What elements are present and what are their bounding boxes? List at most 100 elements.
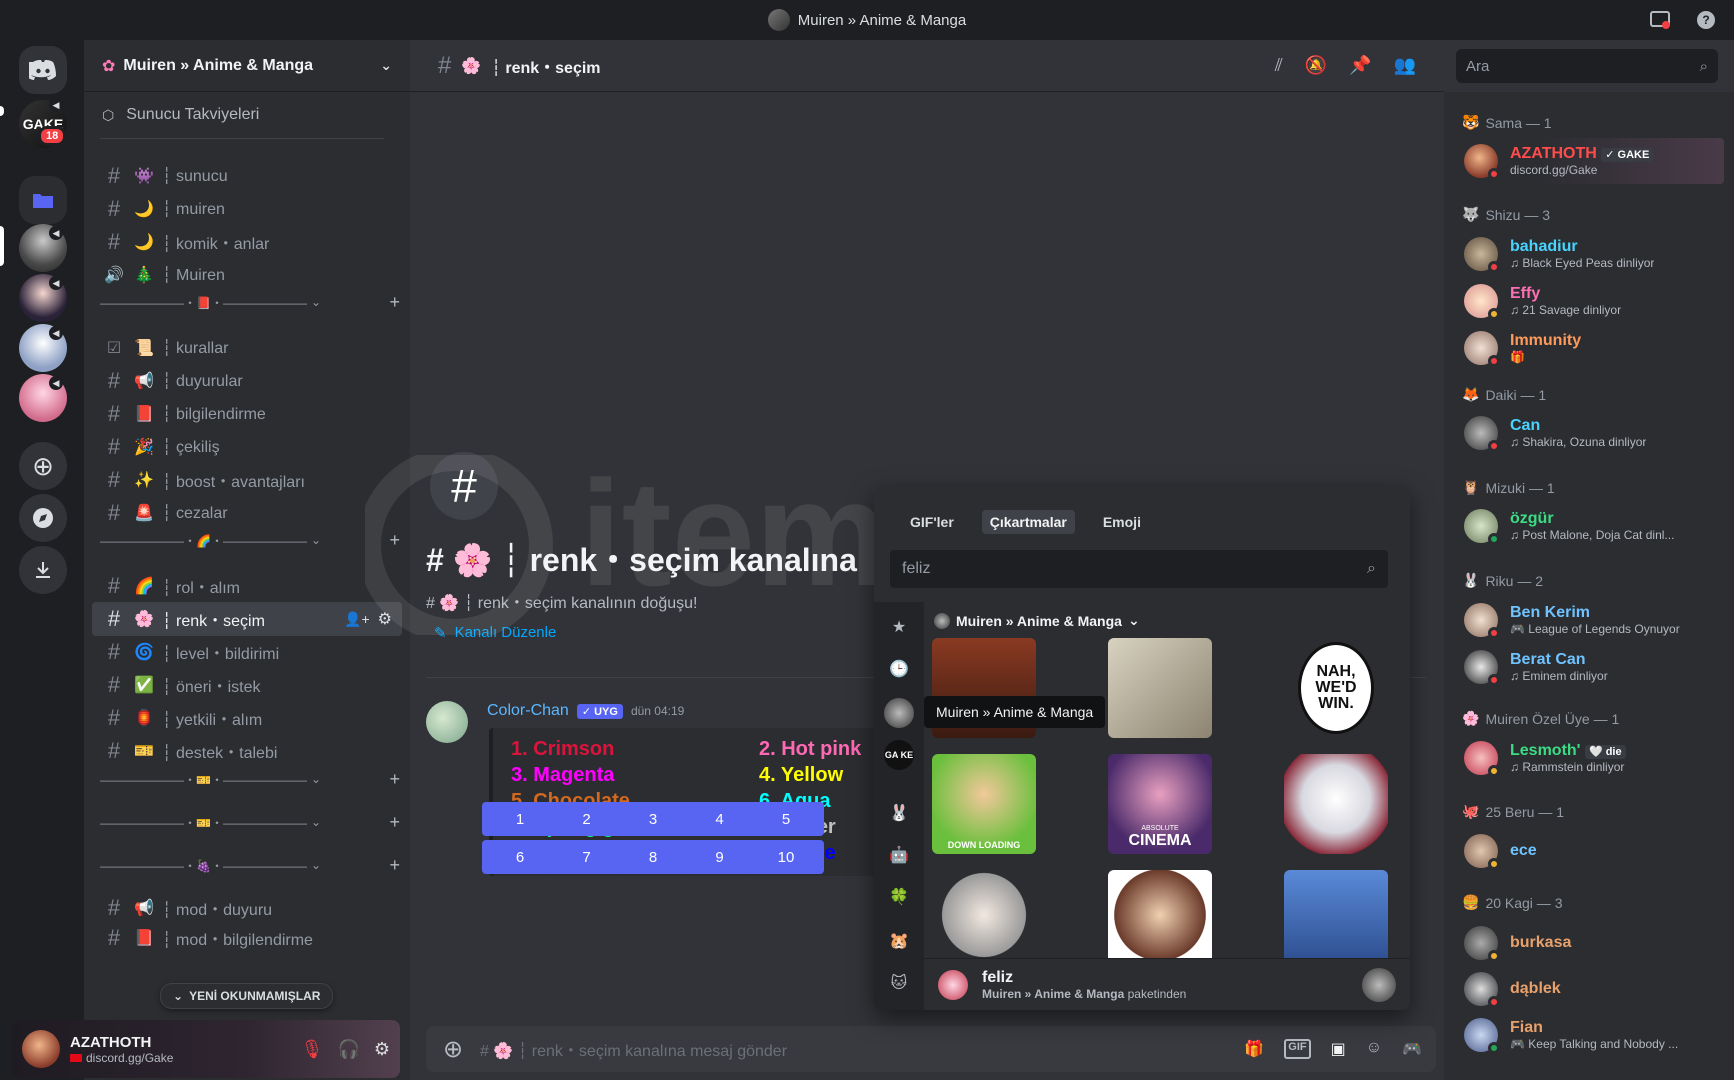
folder-icon[interactable] — [19, 176, 67, 224]
discord-home-icon[interactable] — [19, 46, 67, 94]
explore-icon[interactable] — [19, 494, 67, 542]
channel-cezalar[interactable]: # 🚨 ┆ cezalar — [92, 496, 402, 530]
channel-mod-duyuru[interactable]: # 📢 ┆ mod・duyuru — [92, 891, 402, 925]
threads-icon[interactable]: ⫽ — [1275, 55, 1283, 76]
emoji-icon[interactable]: ☺ — [1366, 1039, 1382, 1059]
tab-gifs[interactable]: GIF'ler — [902, 510, 962, 534]
sticker-section-header[interactable]: Muiren » Anime & Manga ⌄ — [934, 612, 1140, 629]
channel-yetkili-alim[interactable]: # 🏮 ┆ yetkili・alım — [92, 701, 402, 735]
pack-cat-icon[interactable]: 🐱 — [884, 968, 914, 998]
category-header[interactable]: ―――――――・🎫・――――――― ⌄ + — [100, 810, 400, 834]
channel-level-bildirimi[interactable]: # 🌀 ┆ level・bildirimi — [92, 635, 402, 669]
color-button-2[interactable]: 2 — [548, 802, 625, 836]
member-item[interactable]: AZATHOTH ✓ GAKE discord.gg/Gake — [1458, 138, 1724, 184]
message-author[interactable]: Color-Chan — [487, 702, 569, 720]
member-item[interactable]: dąblek — [1458, 966, 1724, 1012]
channel-rol-alim[interactable]: # 🌈 ┆ rol・alım — [92, 569, 402, 603]
pin-icon[interactable]: 📌 — [1349, 55, 1371, 76]
color-button-1[interactable]: 1 — [482, 802, 558, 836]
color-button-10[interactable]: 10 — [748, 840, 824, 874]
search-input[interactable]: Ara ⌕ — [1456, 49, 1718, 83]
pack-muiren-icon[interactable] — [884, 698, 914, 728]
channel-renk-secim[interactable]: # 🌸 ┆ renk・seçim 👤+ ⚙ — [92, 602, 402, 636]
member-item[interactable]: Effy ♫ 21 Savage dinliyor — [1458, 278, 1724, 324]
gift-icon[interactable]: 🎁 — [1244, 1039, 1264, 1059]
invite-icon[interactable]: 👤+ — [344, 611, 370, 628]
server-header[interactable]: ✿ Muiren » Anime & Manga ⌄ — [84, 40, 410, 92]
favorites-star-icon[interactable]: ★ — [884, 612, 914, 642]
add-channel-icon[interactable]: + — [389, 855, 400, 876]
channel-komik-anlar[interactable]: # 🌙 ┆ komik・anlar — [92, 225, 402, 259]
sticker-downloading[interactable]: DOWN LOADING — [932, 754, 1036, 854]
channel-duyurular[interactable]: # 📢 ┆ duyurular — [92, 364, 402, 398]
channel-kurallar[interactable]: ☑ 📜 ┆ kurallar — [92, 331, 402, 365]
tab-emoji[interactable]: Emoji — [1095, 510, 1149, 534]
activities-icon[interactable]: 🎮 — [1402, 1039, 1422, 1059]
attach-plus-icon[interactable]: ⊕ — [440, 1035, 466, 1064]
new-unreads-pill[interactable]: ⌄ YENİ OKUNMAMIŞLAR — [160, 983, 334, 1009]
color-button-8[interactable]: 8 — [615, 840, 691, 874]
channel-voice-muiren[interactable]: 🔊 🎄 ┆ Muiren — [92, 258, 402, 292]
category-header[interactable]: ―――――――・🎫・――――――― ⌄ + — [100, 767, 400, 791]
sticker-cinema[interactable]: ABSOLUTE CINEMA — [1108, 754, 1212, 854]
avatar[interactable] — [426, 701, 468, 743]
pack-wumpus-icon[interactable]: 🐹 — [884, 926, 914, 956]
channel-sunucu[interactable]: # 👾 ┆ sunucu — [92, 159, 402, 193]
channel-cekilis[interactable]: # 🎉 ┆ çekiliş — [92, 430, 402, 464]
category-header[interactable]: ―――――――・🌈・――――――― ⌄ + — [100, 528, 400, 552]
channel-boost-avantajlari[interactable]: # ✨ ┆ boost・avantajları — [92, 463, 402, 497]
member-item[interactable]: Immunity 🎁 — [1458, 325, 1724, 371]
color-button-6[interactable]: 6 — [482, 840, 558, 874]
avatar[interactable] — [22, 1030, 60, 1068]
channel-muiren[interactable]: # 🌙 ┆ muiren — [92, 192, 402, 226]
help-icon[interactable]: ? — [1694, 8, 1718, 32]
member-item[interactable]: Ben Kerim 🎮 League of Legends Oynuyor — [1458, 597, 1724, 643]
pack-bunny-icon[interactable]: 🐰 — [884, 798, 914, 828]
member-list-icon[interactable]: 👥 — [1394, 55, 1416, 76]
server-boosts[interactable]: ⬡ Sunucu Takviyeleri — [84, 92, 410, 138]
member-item[interactable]: Can ♫ Shakira, Ozuna dinliyor — [1458, 410, 1724, 456]
recent-clock-icon[interactable]: 🕒 — [884, 654, 914, 684]
download-icon[interactable] — [19, 546, 67, 594]
chevron-down-icon[interactable]: ⌄ — [380, 57, 392, 74]
sticker-fox-girl[interactable] — [1108, 870, 1212, 970]
member-item[interactable]: özgür ♫ Post Malone, Doja Cat dinl... — [1458, 503, 1724, 549]
color-button-7[interactable]: 7 — [548, 840, 625, 874]
sticker-search-input[interactable]: feliz ⌕ — [890, 550, 1388, 588]
member-item[interactable]: bahadiur ♫ Black Eyed Peas dinliyor — [1458, 231, 1724, 277]
sticker-man[interactable] — [1284, 870, 1388, 970]
headphones-icon[interactable]: 🎧 — [337, 1039, 359, 1060]
add-channel-icon[interactable]: + — [389, 292, 400, 313]
message-composer[interactable]: ⊕ # 🌸 ┆ renk・seçim kanalına mesaj gönder… — [426, 1026, 1436, 1072]
tab-stickers[interactable]: Çıkartmalar — [981, 510, 1075, 534]
category-header[interactable]: ―――――――・📕・――――――― ⌄ + — [100, 290, 400, 314]
mute-mic-icon[interactable]: 🎙 — [301, 1039, 324, 1060]
channel-destek-talebi[interactable]: # 🎫 ┆ destek・talebi — [92, 734, 402, 768]
sticker-chibi[interactable] — [932, 870, 1036, 970]
channel-oneri-istek[interactable]: # ✅ ┆ öneri・istek — [92, 668, 402, 702]
color-button-9[interactable]: 9 — [681, 840, 758, 874]
gif-icon[interactable]: GIF — [1284, 1039, 1311, 1059]
edit-channel-link[interactable]: ✎ Kanalı Düzenle — [434, 624, 556, 642]
pack-robot-icon[interactable]: 🤖 — [884, 840, 914, 870]
color-button-5[interactable]: 5 — [748, 802, 824, 836]
member-item[interactable]: Fian 🎮 Keep Talking and Nobody ... — [1458, 1012, 1724, 1058]
member-item[interactable]: Berat Can ♫ Eminem dinliyor — [1458, 644, 1724, 690]
add-channel-icon[interactable]: + — [389, 812, 400, 833]
sticker-icon[interactable]: ▣ — [1331, 1039, 1346, 1059]
sticker-cat-girl[interactable] — [1284, 754, 1388, 854]
channel-mod-bilgilendirme[interactable]: # 📕 ┆ mod・bilgilendirme — [92, 921, 402, 955]
add-channel-icon[interactable]: + — [389, 769, 400, 790]
sticker-hands[interactable] — [1108, 638, 1212, 738]
color-button-4[interactable]: 4 — [681, 802, 758, 836]
notification-bell-icon[interactable]: 🔕 — [1305, 55, 1327, 76]
gear-icon[interactable]: ⚙ — [374, 1039, 390, 1060]
color-button-3[interactable]: 3 — [615, 802, 691, 836]
member-item[interactable]: ece — [1458, 828, 1724, 874]
pack-gake-icon[interactable]: GA KE — [884, 740, 914, 770]
gear-icon[interactable]: ⚙ — [378, 609, 392, 629]
sticker-nah-wed-win[interactable]: NAH, WE'D WIN. — [1284, 638, 1388, 738]
pack-sounds-icon[interactable]: 🍀 — [884, 882, 914, 912]
add-channel-icon[interactable]: + — [389, 530, 400, 551]
inbox-icon[interactable] — [1648, 8, 1672, 32]
